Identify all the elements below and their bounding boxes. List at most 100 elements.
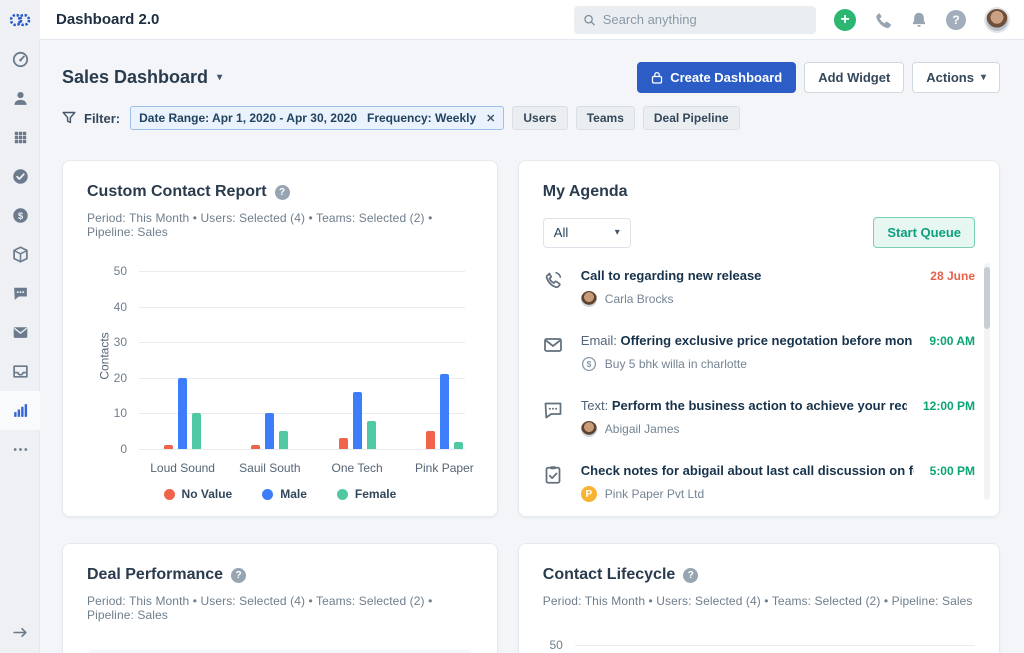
help-button[interactable]: ? <box>946 9 966 30</box>
sidebar-item-deals[interactable]: $ <box>0 196 40 235</box>
profile-menu[interactable] <box>984 6 1010 33</box>
gridline <box>139 306 465 308</box>
help-icon[interactable]: ? <box>683 567 699 583</box>
sidebar-expand-button[interactable] <box>0 617 40 647</box>
scrollbar-thumb[interactable] <box>984 267 990 329</box>
agenda-item-title[interactable]: Check notes for abigail about last call … <box>581 463 914 478</box>
sidebar-item-email[interactable] <box>0 313 40 352</box>
dashboard-icon <box>12 51 29 68</box>
contacts-icon <box>12 90 29 107</box>
tasks-icon <box>12 168 29 185</box>
bar-pink-paper-no-value[interactable] <box>425 431 435 449</box>
agenda-item[interactable]: Call to regarding new release Carla Brock… <box>543 268 975 307</box>
add-widget-button[interactable]: Add Widget <box>804 61 905 93</box>
widget-subtitle: Period: This Month • Users: Selected (4)… <box>87 211 433 239</box>
agenda-item-subrow[interactable]: Abigail James <box>580 421 907 437</box>
agenda-item-time: 5:00 PM <box>929 464 975 478</box>
filter-icon <box>62 111 76 124</box>
deals-icon: $ <box>12 207 29 224</box>
global-search[interactable] <box>574 5 816 34</box>
bar-loud-sound-male[interactable] <box>178 377 188 449</box>
bar-one-tech-no-value[interactable] <box>338 438 348 449</box>
actions-button[interactable]: Actions ▾ <box>912 61 1000 93</box>
filter-chip-users[interactable]: Users <box>512 106 568 130</box>
filter-chip-deal-pipeline[interactable]: Deal Pipeline <box>642 106 740 130</box>
agenda-item-body: Text: Perform the business action to ach… <box>580 398 907 437</box>
bar-sauil-south-no-value[interactable] <box>251 445 261 449</box>
quick-add-button[interactable]: + <box>834 8 856 31</box>
sidebar-item-dashboard[interactable] <box>0 40 40 79</box>
sidebar-item-accounts[interactable] <box>0 118 40 157</box>
active-filter-chip[interactable]: Date Range: Apr 1, 2020 - Apr 30, 2020 F… <box>130 106 505 130</box>
agenda-filter-select[interactable]: All ▾ <box>542 217 631 248</box>
lock-icon <box>652 71 663 84</box>
filter-chip-teams[interactable]: Teams <box>575 106 635 130</box>
search-input[interactable] <box>602 12 807 27</box>
agenda-item-body: Check notes for abigail about last call … <box>580 463 914 502</box>
bar-one-tech-female[interactable] <box>366 420 376 449</box>
legend-dot <box>163 488 175 500</box>
create-dashboard-button[interactable]: Create Dashboard <box>637 61 797 93</box>
frequency-filter[interactable]: Frequency: Weekly <box>367 111 476 125</box>
start-queue-button[interactable]: Start Queue <box>873 217 975 248</box>
bar-pink-paper-male[interactable] <box>439 374 449 449</box>
x-tick-label: Loud Sound <box>150 461 215 475</box>
y-tick-label: 50 <box>113 264 127 278</box>
accounts-icon <box>12 129 29 146</box>
x-tick-label: One Tech <box>331 461 383 475</box>
bar-sauil-south-female[interactable] <box>279 431 289 449</box>
sidebar-item-contacts[interactable] <box>0 79 40 118</box>
svg-text:$: $ <box>17 211 23 222</box>
legend-dot <box>262 488 274 500</box>
app-logo[interactable] <box>0 0 40 40</box>
phone-button[interactable] <box>874 11 892 29</box>
legend-item-no-value[interactable]: No Value <box>163 487 233 501</box>
chevron-down-icon: ▾ <box>217 71 223 83</box>
email-icon <box>12 324 29 341</box>
agenda-item-title[interactable]: Text: Perform the business action to ach… <box>581 398 907 413</box>
page-header: Sales Dashboard ▾ Create Dashboard Add W… <box>62 61 1000 93</box>
call-icon <box>543 268 565 307</box>
sidebar-item-more[interactable] <box>0 430 40 469</box>
help-icon[interactable]: ? <box>274 184 290 200</box>
agenda-item-title[interactable]: Email: Offering exclusive price negotati… <box>581 333 914 348</box>
bar-pink-paper-female[interactable] <box>453 441 463 449</box>
user-avatar <box>984 6 1010 33</box>
agenda-item-title[interactable]: Call to regarding new release <box>581 268 915 283</box>
agenda-item-contact: Abigail James <box>604 422 680 436</box>
bar-one-tech-male[interactable] <box>352 392 362 449</box>
gridline <box>139 449 465 450</box>
agenda-item-subrow[interactable]: $ Buy 5 bhk willa in charlotte <box>581 356 914 372</box>
sidebar-item-inbox[interactable] <box>0 352 40 391</box>
remove-filter-icon[interactable]: ✕ <box>486 112 495 125</box>
agenda-item[interactable]: Email: Offering exclusive price negotati… <box>543 333 975 372</box>
bar-sauil-south-male[interactable] <box>265 413 275 449</box>
agenda-scrollbar[interactable] <box>984 263 990 500</box>
agenda-item-contact: Carla Brocks <box>604 292 674 306</box>
sidebar-item-analytics[interactable] <box>0 391 40 430</box>
widget-title: Contact Lifecycle <box>542 566 676 583</box>
agenda-item-subrow[interactable]: Carla Brocks <box>580 291 915 307</box>
y-tick-label: 50 <box>549 638 563 652</box>
legend-item-male[interactable]: Male <box>262 487 307 501</box>
legend-label: No Value <box>181 487 233 501</box>
sidebar-item-chat[interactable] <box>0 274 40 313</box>
agenda-list: Call to regarding new release Carla Brock… <box>543 268 975 502</box>
agenda-item[interactable]: Text: Perform the business action to ach… <box>543 398 975 437</box>
legend-item-female[interactable]: Female <box>336 487 396 501</box>
bar-loud-sound-no-value[interactable] <box>164 445 174 449</box>
sidebar-item-products[interactable] <box>0 235 40 274</box>
help-icon[interactable]: ? <box>231 567 247 583</box>
date-range-filter[interactable]: Date Range: Apr 1, 2020 - Apr 30, 2020 <box>139 111 357 125</box>
topbar-actions: + ? <box>574 5 1024 34</box>
gridline <box>574 644 975 646</box>
notifications-button[interactable] <box>910 11 928 29</box>
agenda-item[interactable]: Check notes for abigail about last call … <box>543 463 975 502</box>
sidebar-item-tasks[interactable] <box>0 157 40 196</box>
agenda-item-subrow[interactable]: P Pink Paper Pvt Ltd <box>580 486 914 502</box>
bar-loud-sound-female[interactable] <box>192 413 202 449</box>
products-icon <box>12 246 29 263</box>
page-title: Sales Dashboard <box>62 66 209 87</box>
dashboard-switcher[interactable]: Sales Dashboard ▾ <box>62 67 222 88</box>
agenda-item-body: Email: Offering exclusive price negotati… <box>581 333 914 372</box>
